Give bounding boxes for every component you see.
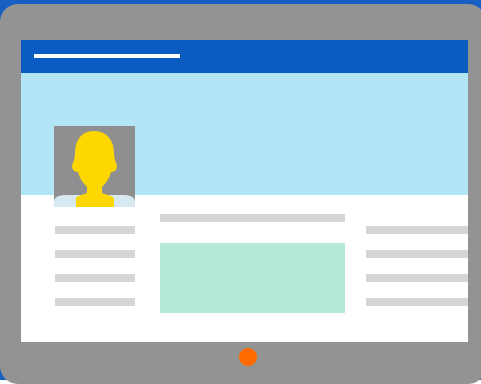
home-button-icon[interactable] (239, 348, 257, 366)
right-text-line (366, 274, 468, 282)
header-title-placeholder (34, 54, 180, 58)
center-content-block (160, 243, 345, 313)
right-text-line (366, 250, 468, 258)
left-text-line (55, 250, 135, 258)
person-silhouette-icon (54, 126, 135, 207)
right-text-line (366, 226, 468, 234)
left-text-line (55, 274, 135, 282)
left-text-line (55, 298, 135, 306)
left-text-line (55, 226, 135, 234)
right-text-line (366, 298, 468, 306)
center-heading-line (160, 214, 345, 222)
profile-avatar[interactable] (54, 126, 135, 207)
